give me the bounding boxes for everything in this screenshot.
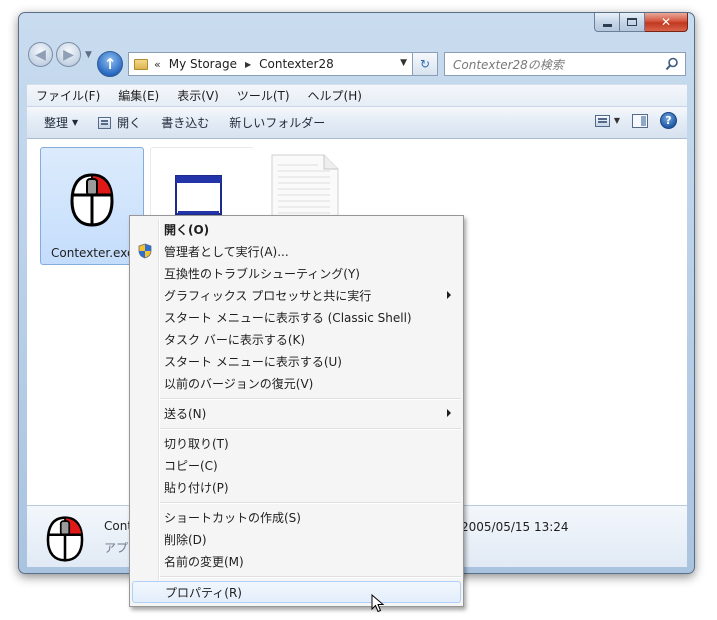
refresh-icon: ↻ <box>419 57 431 71</box>
mouse-pointer-icon <box>371 594 385 613</box>
breadcrumb-contexter28[interactable]: Contexter28 <box>259 57 334 71</box>
menu-separator <box>160 428 461 430</box>
open-app-icon <box>98 116 112 129</box>
search-box[interactable]: Contexter28の検索 <box>444 52 686 76</box>
address-dropdown-icon[interactable]: ▼ <box>400 58 407 68</box>
ctx-properties[interactable]: プロパティ(R) <box>132 581 461 603</box>
submenu-arrow-icon <box>447 409 451 417</box>
details-file-type: アプ <box>104 541 129 555</box>
preview-pane-icon[interactable] <box>632 113 648 128</box>
menu-view[interactable]: 表示(V) <box>168 87 228 104</box>
help-icon[interactable]: ? <box>660 112 677 129</box>
ctx-run-as-admin-label: 管理者として実行(A)... <box>164 244 289 259</box>
ctx-paste[interactable]: 貼り付け(P) <box>132 476 461 498</box>
ctx-create-shortcut[interactable]: ショートカットの作成(S) <box>132 506 461 528</box>
toolbar-right: ▼ ? <box>594 112 677 129</box>
ctx-run-with-gpu-label: グラフィックス プロセッサと共に実行 <box>164 288 372 303</box>
breadcrumb-overflow[interactable]: « <box>154 58 161 71</box>
search-icon[interactable] <box>665 57 679 71</box>
ctx-pin-taskbar-label: タスク バーに表示する(K) <box>164 332 306 347</box>
ctx-run-with-gpu[interactable]: グラフィックス プロセッサと共に実行 <box>132 284 461 306</box>
ctx-send-to-label: 送る(N) <box>164 406 207 421</box>
ctx-delete[interactable]: 削除(D) <box>132 528 461 550</box>
change-view-button[interactable]: ▼ <box>594 114 620 127</box>
text-document-icon <box>271 154 339 222</box>
recent-pages-dropdown[interactable]: ▼ <box>85 50 92 60</box>
menu-separator <box>160 398 461 400</box>
details-date-modified: 2005/05/15 13:24 <box>461 520 569 534</box>
new-folder-button[interactable]: 新しいフォルダー <box>221 114 333 131</box>
window-app-icon <box>175 175 222 215</box>
maximize-button[interactable] <box>620 13 645 32</box>
details-file-name: Cont <box>104 519 133 533</box>
minimize-icon <box>602 23 612 27</box>
menu-separator <box>160 576 461 578</box>
menu-tools[interactable]: ツール(T) <box>228 87 299 104</box>
open-button[interactable]: 開く <box>90 114 149 131</box>
refresh-button[interactable]: ↻ <box>413 52 438 76</box>
ctx-pin-start-label: スタート メニューに表示する(U) <box>164 354 342 369</box>
context-menu: 開く(O) 管理者として実行(A)... 互換性のトラブルシューティング(Y) … <box>129 215 464 607</box>
maximize-icon <box>627 18 637 26</box>
chevron-down-icon: ▼ <box>85 50 92 60</box>
ctx-pin-start[interactable]: スタート メニューに表示する(U) <box>132 350 461 372</box>
menu-help[interactable]: ヘルプ(H) <box>299 87 371 104</box>
up-arrow-icon: ↑ <box>103 55 117 73</box>
caption-buttons: ✕ <box>594 13 688 32</box>
ctx-cut[interactable]: 切り取り(T) <box>132 432 461 454</box>
up-button[interactable]: ↑ <box>97 51 123 77</box>
burn-button[interactable]: 書き込む <box>153 114 217 131</box>
close-icon: ✕ <box>660 15 672 29</box>
back-button[interactable]: ◀ <box>28 42 53 67</box>
ctx-troubleshoot[interactable]: 互換性のトラブルシューティング(Y) <box>132 262 461 284</box>
ctx-rename-label: 名前の変更(M) <box>164 554 244 569</box>
menu-separator <box>160 502 461 504</box>
ctx-properties-label: プロパティ(R) <box>165 585 242 600</box>
ctx-copy[interactable]: コピー(C) <box>132 454 461 476</box>
new-folder-label: 新しいフォルダー <box>229 116 326 130</box>
burn-label: 書き込む <box>161 116 210 130</box>
ctx-send-to[interactable]: 送る(N) <box>132 402 461 424</box>
ctx-pin-taskbar[interactable]: タスク バーに表示する(K) <box>132 328 461 350</box>
breadcrumb-my-storage[interactable]: My Storage <box>169 57 237 71</box>
ctx-pin-start-classic-label: スタート メニューに表示する (Classic Shell) <box>164 310 412 325</box>
ctx-open[interactable]: 開く(O) <box>132 218 461 240</box>
ctx-rename[interactable]: 名前の変更(M) <box>132 550 461 572</box>
chevron-down-icon: ▼ <box>72 118 79 127</box>
file-name: Contexter.exe <box>51 246 135 260</box>
menu-edit[interactable]: 編集(E) <box>109 87 168 104</box>
ctx-cut-label: 切り取り(T) <box>164 436 229 451</box>
menu-bar: ファイル(F) 編集(E) 表示(V) ツール(T) ヘルプ(H) <box>27 84 687 106</box>
uac-shield-icon <box>138 243 152 259</box>
ctx-create-shortcut-label: ショートカットの作成(S) <box>164 510 301 525</box>
ctx-troubleshoot-label: 互換性のトラブルシューティング(Y) <box>164 266 360 281</box>
breadcrumb-separator-icon[interactable]: ▶ <box>245 60 251 69</box>
ctx-paste-label: 貼り付け(P) <box>164 480 229 495</box>
ctx-open-label: 開く(O) <box>164 222 210 237</box>
ctx-pin-start-classic[interactable]: スタート メニューに表示する (Classic Shell) <box>132 306 461 328</box>
ctx-copy-label: コピー(C) <box>164 458 218 473</box>
organize-button[interactable]: 整理 ▼ <box>36 114 86 131</box>
command-bar: 整理 ▼ 開く 書き込む 新しいフォルダー ▼ ? <box>27 106 687 139</box>
mouse-icon <box>46 516 84 562</box>
view-icon <box>594 114 610 127</box>
open-label: 開く <box>117 116 142 130</box>
search-placeholder: Contexter28の検索 <box>453 57 564 72</box>
forward-arrow-icon: ▶ <box>63 46 74 63</box>
folder-icon <box>134 58 148 70</box>
back-arrow-icon: ◀ <box>35 46 46 63</box>
forward-button[interactable]: ▶ <box>56 42 81 67</box>
ctx-restore-versions[interactable]: 以前のバージョンの復元(V) <box>132 372 461 394</box>
minimize-button[interactable] <box>594 13 620 32</box>
menu-file[interactable]: ファイル(F) <box>27 87 109 104</box>
close-button[interactable]: ✕ <box>645 13 688 32</box>
submenu-arrow-icon <box>447 291 451 299</box>
ctx-run-as-admin[interactable]: 管理者として実行(A)... <box>132 240 461 262</box>
mouse-icon <box>70 173 114 227</box>
ctx-restore-versions-label: 以前のバージョンの復元(V) <box>164 376 314 391</box>
chevron-down-icon: ▼ <box>613 116 620 125</box>
organize-label: 整理 <box>44 116 69 130</box>
address-bar[interactable]: « My Storage ▶ Contexter28 ▼ <box>128 52 413 76</box>
ctx-delete-label: 削除(D) <box>164 532 207 547</box>
